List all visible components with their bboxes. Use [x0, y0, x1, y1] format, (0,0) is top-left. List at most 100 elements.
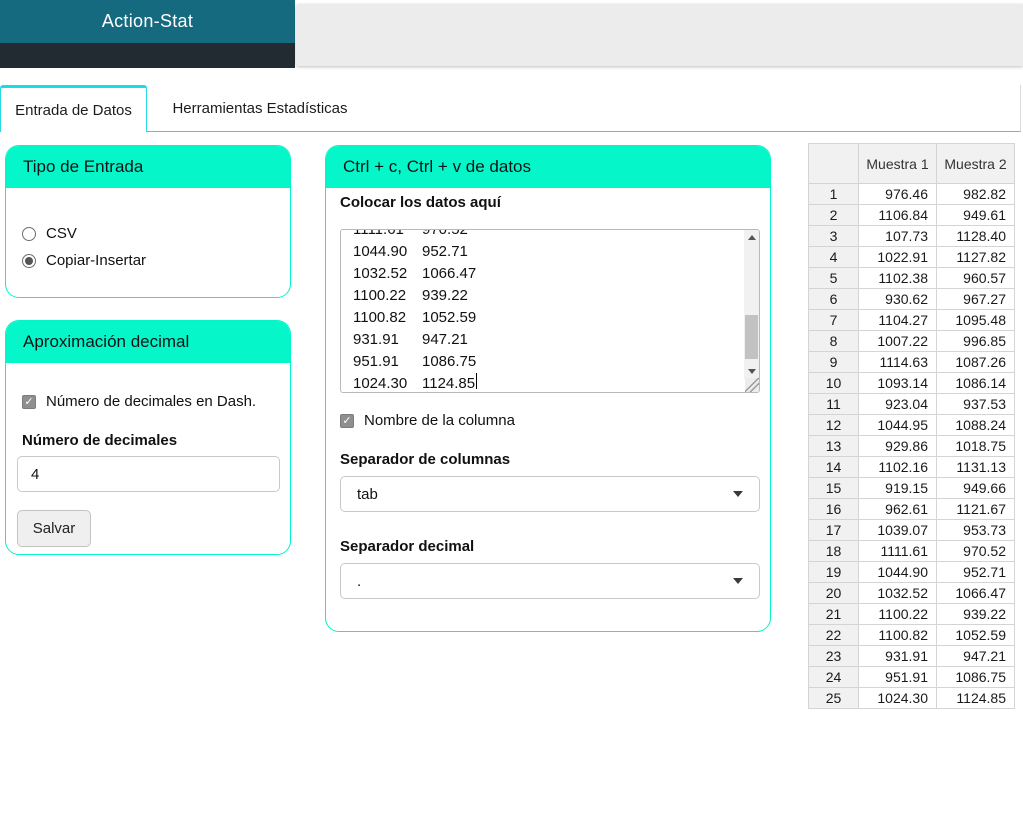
- table-row: 9 1114.63 1087.26: [808, 351, 1015, 373]
- data-cell: 1128.40: [936, 225, 1015, 247]
- radio-icon-selected[interactable]: [22, 253, 36, 268]
- scroll-down-icon[interactable]: [744, 364, 759, 379]
- textarea-scrollbar[interactable]: [744, 230, 759, 379]
- row-index-cell: 4: [808, 246, 859, 268]
- data-cell: 1044.90: [858, 561, 937, 583]
- checkbox-checked-icon[interactable]: ✓: [340, 413, 354, 428]
- data-cell: 1044.95: [858, 414, 937, 436]
- data-cell: 1022.91: [858, 246, 937, 268]
- tab-entrada-de-datos[interactable]: Entrada de Datos: [0, 85, 147, 132]
- data-cell: 962.61: [858, 498, 937, 520]
- radio-label: Copiar-Insertar: [46, 252, 147, 269]
- row-index-cell: 16: [808, 498, 859, 520]
- data-cell: 1100.22: [858, 603, 937, 625]
- data-cell: 919.15: [858, 477, 937, 499]
- table-row: 17 1039.07 953.73: [808, 519, 1015, 541]
- table-row: 2 1106.84 949.61: [808, 204, 1015, 226]
- radio-option-copiar-insertar[interactable]: Copiar-Insertar: [22, 252, 146, 269]
- row-index-cell: 25: [808, 687, 859, 709]
- save-button[interactable]: Salvar: [17, 510, 91, 547]
- textarea-line: 1044.90 952.71: [353, 243, 468, 260]
- app-title: Action-Stat: [101, 11, 194, 31]
- data-cell: 1095.48: [936, 309, 1015, 331]
- column-name-checkbox-row[interactable]: ✓ Nombre de la columna: [340, 412, 515, 429]
- header-dark-bar: [0, 43, 295, 68]
- data-cell: 939.22: [936, 603, 1015, 625]
- data-table: Muestra 1 Muestra 2 1 976.46 982.82 2 1106.84…: [808, 143, 1015, 709]
- scroll-up-icon[interactable]: [744, 230, 759, 245]
- data-cell: 931.91: [858, 645, 937, 667]
- row-index-cell: 5: [808, 267, 859, 289]
- scrollbar-thumb[interactable]: [745, 315, 758, 359]
- data-cell: 949.61: [936, 204, 1015, 226]
- data-cell: 1024.30: [858, 687, 937, 709]
- text-cursor: [476, 373, 478, 389]
- chevron-down-icon: [733, 578, 743, 584]
- data-cell: 949.66: [936, 477, 1015, 499]
- row-index-cell: 8: [808, 330, 859, 352]
- column-header: Muestra 1: [858, 143, 937, 184]
- data-cell: 996.85: [936, 330, 1015, 352]
- row-index-cell: 12: [808, 414, 859, 436]
- row-index-cell: 19: [808, 561, 859, 583]
- decimal-card-header: Aproximación decimal: [6, 321, 290, 363]
- row-index-cell: 11: [808, 393, 859, 415]
- table-row: 25 1024.30 1124.85: [808, 687, 1015, 709]
- header-gray-panel: [296, 4, 1023, 66]
- decimal-separator-dropdown[interactable]: .: [340, 563, 760, 599]
- table-row: 15 919.15 949.66: [808, 477, 1015, 499]
- textarea-line: 1024.30 1124.85: [353, 373, 478, 392]
- column-separator-dropdown[interactable]: tab: [340, 476, 760, 512]
- data-cell: 1114.63: [858, 351, 937, 373]
- data-textarea[interactable]: 1111.61 970.52 1044.90 952.71 1032.52 1066.47…: [340, 229, 760, 393]
- radio-option-csv[interactable]: CSV: [22, 225, 77, 242]
- row-index-cell: 18: [808, 540, 859, 562]
- paste-card-header: Ctrl + c, Ctrl + v de datos: [326, 146, 770, 188]
- paste-card-title: Ctrl + c, Ctrl + v de datos: [343, 157, 532, 176]
- table-row: 8 1007.22 996.85: [808, 330, 1015, 352]
- tab-herramientas-estadisticas[interactable]: Herramientas Estadísticas: [147, 85, 373, 132]
- decimal-card-title: Aproximación decimal: [23, 332, 190, 351]
- data-cell: 967.27: [936, 288, 1015, 310]
- data-cell: 982.82: [936, 183, 1015, 205]
- data-cell: 976.46: [858, 183, 937, 205]
- table-row: 16 962.61 1121.67: [808, 498, 1015, 520]
- row-index-cell: 17: [808, 519, 859, 541]
- data-cell: 1111.61: [858, 540, 937, 562]
- data-cell: 1066.47: [936, 582, 1015, 604]
- data-cell: 947.21: [936, 645, 1015, 667]
- data-cell: 1039.07: [858, 519, 937, 541]
- decimals-input[interactable]: [17, 456, 280, 492]
- decimals-in-dash-checkbox-row[interactable]: ✓ Número de decimales en Dash.: [22, 393, 256, 410]
- table-row: 10 1093.14 1086.14: [808, 372, 1015, 394]
- data-cell: 1086.14: [936, 372, 1015, 394]
- row-index-cell: 20: [808, 582, 859, 604]
- data-cell: 1093.14: [858, 372, 937, 394]
- data-cell: 1106.84: [858, 204, 937, 226]
- checkbox-checked-icon[interactable]: ✓: [22, 394, 36, 409]
- row-index-cell: 10: [808, 372, 859, 394]
- checkbox-label: Número de decimales en Dash.: [46, 393, 257, 410]
- data-cell: 937.53: [936, 393, 1015, 415]
- table-row: 1 976.46 982.82: [808, 183, 1015, 205]
- chevron-down-icon: [733, 491, 743, 497]
- data-cell: 1100.82: [858, 624, 937, 646]
- radio-label: CSV: [46, 225, 77, 242]
- table-row: 23 931.91 947.21: [808, 645, 1015, 667]
- tab-label: Entrada de Datos: [15, 101, 132, 119]
- data-table-body: 1 976.46 982.82 2 1106.84 949.61 3 107.73 1128.4…: [808, 183, 1015, 709]
- row-index-cell: 13: [808, 435, 859, 457]
- input-type-card: Tipo de Entrada CSV Copiar-Insertar: [5, 145, 291, 298]
- column-header: Muestra 2: [936, 143, 1015, 184]
- table-row: 12 1044.95 1088.24: [808, 414, 1015, 436]
- data-cell: 1131.13: [936, 456, 1015, 478]
- radio-icon[interactable]: [22, 226, 36, 241]
- textarea-line: 1100.22 939.22: [353, 287, 468, 304]
- row-index-cell: 2: [808, 204, 859, 226]
- table-row: 13 929.86 1018.75: [808, 435, 1015, 457]
- data-cell: 960.57: [936, 267, 1015, 289]
- row-index-cell: 24: [808, 666, 859, 688]
- dropdown-value: tab: [357, 485, 378, 503]
- resize-grip-icon[interactable]: [745, 378, 759, 392]
- tab-bar: Entrada de Datos Herramientas Estadístic…: [0, 85, 1021, 132]
